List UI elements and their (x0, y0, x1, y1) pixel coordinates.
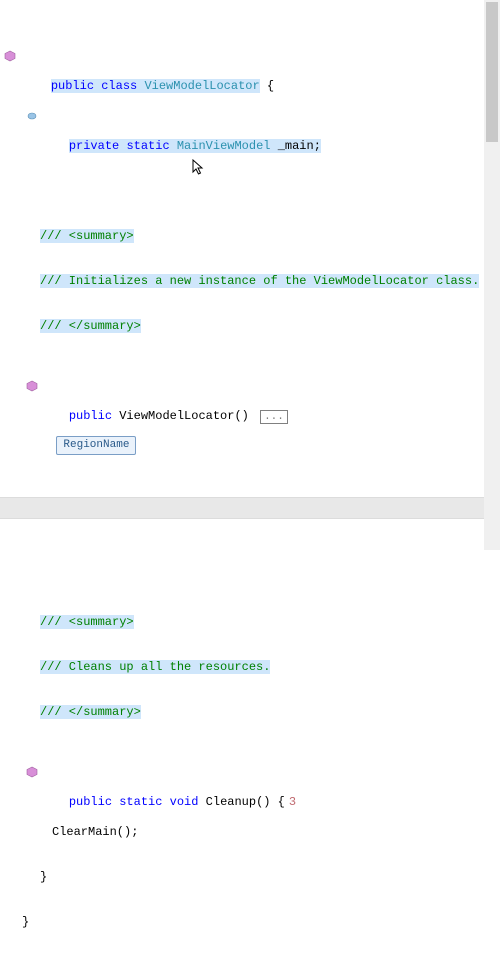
code-line[interactable]: /// </summary> (0, 319, 500, 334)
code-line[interactable]: public static void Cleanup() {3 (0, 765, 500, 780)
keyword: public (69, 409, 112, 423)
identifier: _main; (278, 139, 321, 153)
method-glyph-icon (26, 380, 38, 392)
keyword: static (119, 795, 162, 809)
method-glyph-icon (26, 766, 38, 778)
code-editor[interactable]: public class ViewModelLocator { private … (0, 0, 500, 960)
code-line[interactable]: /// Initializes a new instance of the Vi… (0, 274, 500, 289)
method-glyph-icon (4, 50, 16, 62)
keyword: class (101, 79, 137, 93)
type-name: ViewModelLocator (144, 79, 259, 93)
field-glyph-icon (26, 110, 38, 122)
text: { (270, 795, 284, 809)
code-line[interactable]: /// <summary> (0, 229, 500, 244)
xml-doc-comment: /// Cleans up all the resources. (40, 660, 270, 674)
xml-doc-comment: /// </summary> (40, 319, 141, 333)
code-reference-count[interactable]: 3 (289, 795, 296, 809)
keyword: public (51, 79, 94, 93)
xml-doc-comment: /// <summary> (40, 615, 134, 629)
text: { (260, 79, 274, 93)
scrollbar-thumb[interactable] (486, 2, 498, 142)
blank-line[interactable] (0, 169, 500, 184)
vertical-scrollbar[interactable] (484, 0, 500, 550)
text: } (40, 870, 47, 884)
type-name: MainViewModel (177, 139, 271, 153)
keyword: static (126, 139, 169, 153)
code-line[interactable]: } (0, 915, 500, 930)
code-line[interactable]: } (0, 870, 500, 885)
code-line[interactable]: /// <summary> (0, 615, 500, 630)
keyword: private (69, 139, 119, 153)
xml-doc-comment: /// Initializes a new instance of the Vi… (40, 274, 479, 288)
code-line[interactable]: public ViewModelLocator() ... (0, 379, 500, 394)
code-line[interactable]: /// Cleans up all the resources. (0, 660, 500, 675)
code-line[interactable]: private static MainViewModel _main; (0, 109, 500, 124)
code-line[interactable]: public class ViewModelLocator { (0, 49, 500, 64)
identifier: Cleanup() (206, 795, 271, 809)
xml-doc-comment: /// <summary> (40, 229, 134, 243)
identifier: ViewModelLocator() (119, 409, 249, 423)
identifier: ClearMain(); (52, 825, 138, 839)
code-line[interactable]: /// </summary> (0, 705, 500, 720)
code-line[interactable]: ClearMain(); (0, 825, 500, 840)
region-chip[interactable]: RegionName (56, 436, 136, 455)
xml-doc-comment: /// </summary> (40, 705, 141, 719)
collapsed-block[interactable]: ... (260, 410, 288, 424)
keyword: public (69, 795, 112, 809)
method-separator (0, 497, 500, 519)
keyword: void (170, 795, 199, 809)
text: } (22, 915, 29, 929)
